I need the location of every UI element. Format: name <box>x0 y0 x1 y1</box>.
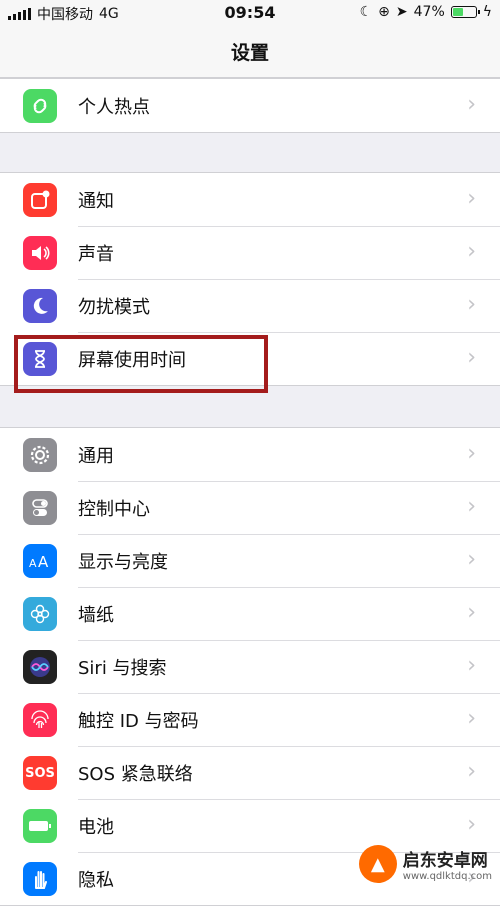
svg-text:A: A <box>29 557 37 570</box>
settings-row-general[interactable]: 通用 › <box>0 428 500 481</box>
chevron-right-icon: › <box>467 239 476 264</box>
charging-icon: ϟ <box>482 4 492 20</box>
settings-row-do-not-disturb[interactable]: 勿扰模式 › <box>0 279 500 332</box>
row-label: 显示与亮度 <box>78 552 168 573</box>
chevron-right-icon: › <box>467 292 476 317</box>
watermark: ▲ 启东安卓网 www.qdlktdq.com <box>358 845 492 883</box>
watermark-text: 启东安卓网 www.qdlktdq.com <box>403 846 492 882</box>
highlight-box <box>14 335 268 393</box>
settings-row-touch-id[interactable]: 触控 ID 与密码 › <box>0 693 500 746</box>
toggles-icon <box>23 491 57 525</box>
status-bar: 中国移动 4G 09:54 ☾ ⊕ ➤ 47% ϟ <box>0 0 500 26</box>
page-title: 设置 <box>230 42 269 64</box>
chevron-right-icon: › <box>467 494 476 519</box>
siri-icon <box>23 650 57 684</box>
row-label: 通用 <box>78 446 114 467</box>
row-label: 控制中心 <box>78 499 150 520</box>
settings-group-1: 个人热点 › <box>0 78 500 133</box>
sos-icon-text: SOS <box>25 765 55 781</box>
rotation-lock-icon: ⊕ <box>378 4 390 20</box>
settings-row-siri-search[interactable]: Siri 与搜索 › <box>0 640 500 693</box>
moon-icon: ☾ <box>359 4 373 20</box>
row-label: 勿扰模式 <box>78 297 150 318</box>
row-label: Siri 与搜索 <box>78 658 167 679</box>
chevron-right-icon: › <box>467 547 476 572</box>
watermark-sub: www.qdlktdq.com <box>402 871 492 882</box>
watermark-main: 启东安卓网 <box>402 851 488 871</box>
chevron-right-icon: › <box>467 653 476 678</box>
row-label: SOS 紧急联络 <box>78 764 193 785</box>
hand-icon <box>23 862 57 896</box>
settings-row-emergency-sos[interactable]: SOS SOS 紧急联络 › <box>0 746 500 799</box>
settings-row-wallpaper[interactable]: 墙纸 › <box>0 587 500 640</box>
chevron-right-icon: › <box>467 812 476 837</box>
chevron-right-icon: › <box>467 92 476 117</box>
notification-icon <box>23 183 57 217</box>
chevron-right-icon: › <box>467 706 476 731</box>
display-icon: AA <box>23 544 57 578</box>
gear-icon <box>23 438 57 472</box>
chevron-right-icon: › <box>467 186 476 211</box>
settings-row-notifications[interactable]: 通知 › <box>0 173 500 226</box>
flower-icon <box>23 597 57 631</box>
chevron-right-icon: › <box>467 441 476 466</box>
row-label: 通知 <box>78 191 114 212</box>
row-label: 触控 ID 与密码 <box>78 711 199 732</box>
fingerprint-icon <box>23 703 57 737</box>
chevron-right-icon: › <box>467 600 476 625</box>
watermark-logo-icon: ▲ <box>358 845 397 883</box>
row-label: 隐私 <box>78 870 114 891</box>
status-right: ☾ ⊕ ➤ 47% ϟ <box>360 4 492 20</box>
sos-icon: SOS <box>23 756 57 790</box>
svg-text:A: A <box>38 553 49 571</box>
hotspot-icon <box>23 89 57 123</box>
battery-percent: 47% <box>413 4 445 20</box>
navigation-bar: 设置 <box>0 26 500 78</box>
moon-icon <box>23 289 57 323</box>
battery-icon <box>23 809 57 843</box>
settings-row-control-center[interactable]: 控制中心 › <box>0 481 500 534</box>
settings-row-sounds[interactable]: 声音 › <box>0 226 500 279</box>
speaker-icon <box>23 236 57 270</box>
row-label: 个人热点 <box>78 97 150 118</box>
settings-row-hotspot[interactable]: 个人热点 › <box>0 79 500 132</box>
location-icon: ➤ <box>395 4 408 20</box>
settings-group-3: 通用 › 控制中心 › AA 显示与亮度 › 墙纸 › Siri 与搜索 › 触… <box>0 427 500 906</box>
chevron-right-icon: › <box>467 759 476 784</box>
row-label: 电池 <box>78 817 114 838</box>
row-label: 墙纸 <box>78 605 114 626</box>
settings-row-display-brightness[interactable]: AA 显示与亮度 › <box>0 534 500 587</box>
chevron-right-icon: › <box>467 345 476 370</box>
battery-indicator-icon <box>450 6 480 18</box>
row-label: 声音 <box>78 244 114 265</box>
